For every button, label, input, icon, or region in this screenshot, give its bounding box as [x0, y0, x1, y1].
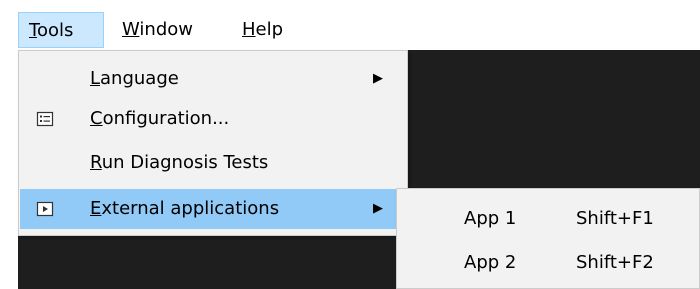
menu-window-accel: W [122, 19, 140, 40]
configuration-icon [36, 111, 54, 127]
menu-tools-label: ools [36, 20, 74, 41]
external-app-icon [36, 201, 54, 217]
submenu-item-app2[interactable]: App 2 Shift+F2 [398, 243, 698, 283]
submenu-arrow-icon: ▶ [373, 71, 383, 86]
configuration-accel: C [90, 108, 103, 129]
external-apps-accel: E [90, 198, 102, 219]
app1-shortcut: Shift+F1 [576, 208, 654, 229]
menu-help-accel: H [242, 19, 256, 40]
language-accel: L [90, 68, 101, 89]
app2-shortcut: Shift+F2 [576, 252, 654, 273]
menu-item-configuration[interactable]: Configuration... [20, 99, 406, 139]
language-label: anguage [100, 68, 179, 89]
menu-tools-accel: T [29, 20, 37, 41]
run-diagnosis-accel: R [90, 152, 102, 173]
tools-dropdown-menu: Language ▶ Configuration... Run Diagnosi… [18, 50, 408, 236]
external-apps-label: xternal applications [101, 198, 280, 219]
menu-item-run-diagnosis-tests[interactable]: Run Diagnosis Tests [20, 143, 406, 183]
run-diagnosis-label: un Diagnosis Tests [101, 152, 269, 173]
app2-label: App 2 [464, 252, 517, 273]
menu-item-language[interactable]: Language ▶ [20, 59, 406, 99]
submenu-item-app1[interactable]: App 1 Shift+F1 [398, 199, 698, 239]
configuration-label: onfiguration... [102, 108, 230, 129]
menu-window[interactable]: Window [112, 12, 203, 48]
menu-help-label: elp [255, 19, 284, 40]
menu-tools[interactable]: Tools [18, 12, 104, 48]
menu-item-external-applications[interactable]: External applications ▶ [20, 189, 406, 229]
submenu-arrow-icon: ▶ [373, 201, 383, 216]
menu-help[interactable]: Help [232, 12, 293, 48]
menu-bar: Tools Window Help [0, 0, 700, 50]
external-applications-submenu: App 1 Shift+F1 App 2 Shift+F2 [396, 188, 700, 289]
menu-window-label: indow [139, 19, 193, 40]
app1-label: App 1 [464, 208, 517, 229]
